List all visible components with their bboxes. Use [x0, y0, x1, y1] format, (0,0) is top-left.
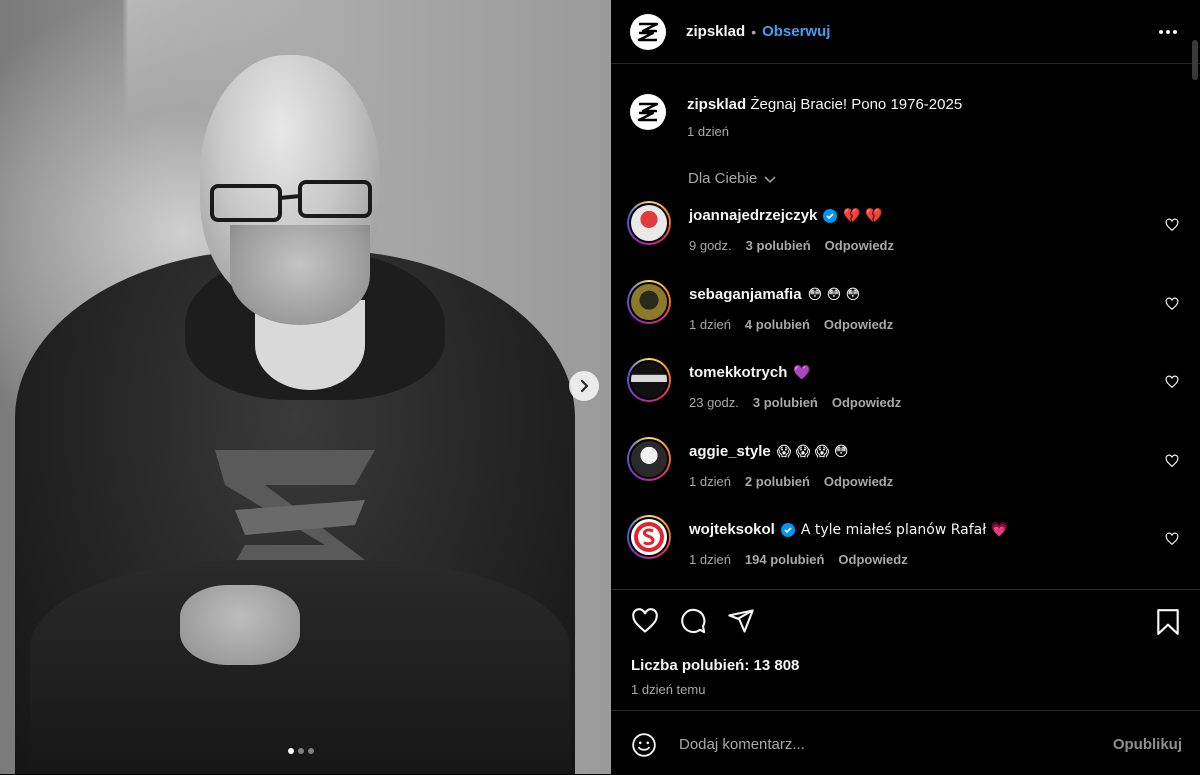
- comment-text: 😳 😳 😳: [807, 286, 861, 303]
- comment-time: 9 godz.: [689, 238, 732, 253]
- comments-filter[interactable]: Dla Ciebie: [688, 170, 777, 187]
- comments-list: joannajedrzejczyk 💔 💔 9 godz. 3 polubień…: [627, 198, 1187, 591]
- carousel-dot: [288, 748, 294, 754]
- comment-avatar[interactable]: [627, 515, 671, 559]
- comment-username[interactable]: joannajedrzejczyk: [689, 206, 817, 226]
- author-avatar[interactable]: [630, 13, 666, 50]
- save-button[interactable]: [1155, 608, 1181, 636]
- sokol-logo-icon: [634, 522, 664, 552]
- comment-time: 1 dzień: [689, 473, 731, 489]
- header-separator: •: [751, 23, 757, 40]
- heart-icon: [1165, 297, 1179, 310]
- actions-divider: [611, 589, 1200, 590]
- comment-item: aggie_style 😱 😱 😱 😳 1 dzień 2 polubień O…: [627, 434, 1187, 513]
- comment-username[interactable]: aggie_style: [689, 442, 771, 462]
- more-options-button[interactable]: [1158, 22, 1178, 42]
- likes-count[interactable]: Liczba polubień: 13 808: [631, 657, 799, 674]
- carousel-dot: [308, 748, 314, 754]
- comment-item: sebaganjamafia 😳 😳 😳 1 dzień 4 polubień …: [627, 277, 1187, 356]
- emoji-icon: [632, 733, 656, 757]
- heart-icon: [632, 608, 658, 633]
- zipsklad-logo-icon: [637, 22, 659, 41]
- comment-item: joannajedrzejczyk 💔 💔 9 godz. 3 polubień…: [627, 198, 1187, 277]
- scrollbar-thumb[interactable]: [1192, 40, 1198, 80]
- filter-label: Dla Ciebie: [688, 170, 758, 187]
- chevron-right-icon: [580, 379, 589, 393]
- comment-likes[interactable]: 2 polubień: [745, 474, 810, 489]
- reply-button[interactable]: Odpowiedz: [824, 317, 893, 332]
- heart-icon: [1165, 454, 1179, 467]
- side-panel: zipsklad • Obserwuj zipsklad Żegnaj Brac…: [611, 0, 1200, 774]
- heart-icon: [1165, 532, 1179, 546]
- comment-username[interactable]: wojteksokol: [689, 520, 775, 540]
- comment-like-button[interactable]: [1165, 218, 1179, 232]
- comment-likes[interactable]: 3 polubień: [746, 238, 811, 253]
- comment-avatar[interactable]: [627, 358, 671, 402]
- comment-like-button[interactable]: [1165, 454, 1179, 468]
- comment-text: A tyle miałeś planów Rafał 💗: [800, 522, 1009, 538]
- heart-icon: [1165, 218, 1179, 232]
- share-button[interactable]: [727, 607, 755, 635]
- post-header: zipsklad • Obserwuj: [611, 0, 1200, 64]
- reply-button[interactable]: Odpowiedz: [832, 395, 901, 410]
- zipsklad-logo-icon: [637, 102, 659, 122]
- more-icon: [1159, 30, 1177, 34]
- reply-button[interactable]: Odpowiedz: [838, 552, 907, 567]
- caption-avatar[interactable]: [630, 94, 666, 130]
- emoji-button[interactable]: [631, 732, 657, 758]
- comment-time: 1 dzień: [689, 316, 731, 332]
- comment-input[interactable]: [677, 729, 1081, 759]
- verified-icon: [780, 523, 795, 537]
- post-modal: zipsklad • Obserwuj zipsklad Żegnaj Brac…: [0, 0, 1200, 774]
- photo-arms: [30, 560, 570, 774]
- comment-avatar[interactable]: [627, 279, 671, 324]
- post-caption: zipsklad Żegnaj Bracie! Pono 1976-2025 1…: [630, 94, 962, 139]
- comment-likes[interactable]: 194 polubień: [745, 552, 824, 567]
- comment-like-button[interactable]: [1165, 375, 1179, 389]
- comment-time: 1 dzień: [689, 552, 731, 567]
- heart-icon: [1165, 375, 1179, 389]
- carousel-dots: [288, 748, 314, 754]
- caption-username[interactable]: zipsklad: [687, 96, 746, 113]
- comment-like-button[interactable]: [1165, 297, 1179, 311]
- chevron-down-icon: [764, 175, 776, 183]
- post-date[interactable]: 1 dzień temu: [631, 682, 705, 697]
- comment-item: wojteksokol A tyle miałeś planów Rafał 💗…: [627, 512, 1187, 591]
- comment-username[interactable]: sebaganjamafia: [689, 285, 802, 305]
- caption-text: Żegnaj Bracie! Pono 1976-2025: [750, 96, 963, 113]
- add-comment-bar: Opublikuj: [611, 710, 1200, 775]
- verified-icon: [823, 209, 838, 223]
- comment-time: 23 godz.: [689, 395, 739, 410]
- next-photo-button[interactable]: [569, 371, 599, 401]
- like-button[interactable]: [631, 607, 659, 635]
- photo-beard: [230, 225, 370, 325]
- comment-text: 😱 😱 😱 😳: [776, 443, 849, 460]
- comment-item: tomekkotrych 💜 23 godz. 3 polubień Odpow…: [627, 355, 1187, 434]
- comment-likes[interactable]: 4 polubień: [745, 317, 810, 332]
- comment-text: 💜: [793, 365, 811, 381]
- comment-avatar[interactable]: [627, 201, 671, 245]
- post-photo[interactable]: [0, 0, 611, 774]
- reply-button[interactable]: Odpowiedz: [824, 474, 893, 489]
- photo-hand: [180, 585, 300, 665]
- publish-button[interactable]: Opublikuj: [1113, 736, 1182, 753]
- bookmark-icon: [1157, 609, 1179, 635]
- share-icon: [728, 609, 754, 633]
- caption-time: 1 dzień: [687, 124, 729, 139]
- comment-like-button[interactable]: [1165, 532, 1179, 546]
- photo-glasses: [210, 180, 372, 222]
- reply-button[interactable]: Odpowiedz: [825, 238, 894, 253]
- comment-username[interactable]: tomekkotrych: [689, 363, 787, 383]
- author-username[interactable]: zipsklad: [686, 23, 745, 40]
- post-actions: [631, 607, 755, 635]
- comment-icon: [681, 608, 706, 634]
- scrollbar[interactable]: [1190, 0, 1200, 774]
- comment-text: 💔 💔: [843, 208, 883, 224]
- follow-button[interactable]: Obserwuj: [762, 23, 830, 40]
- comment-likes[interactable]: 3 polubień: [753, 395, 818, 410]
- carousel-dot: [298, 748, 304, 754]
- comment-button[interactable]: [679, 607, 707, 635]
- comment-avatar[interactable]: [627, 436, 671, 481]
